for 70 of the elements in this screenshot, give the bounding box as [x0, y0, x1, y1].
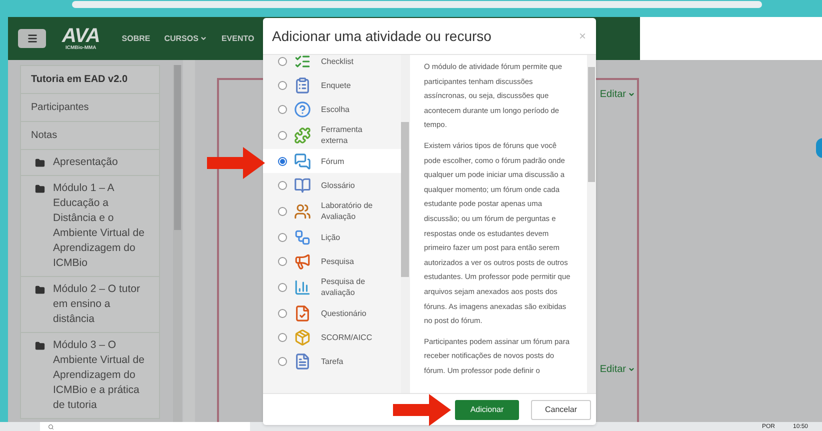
folder-icon [35, 184, 45, 194]
activity-option[interactable]: Laboratório de Avaliação [263, 197, 401, 225]
activity-option[interactable]: Pesquisa de avaliação [263, 273, 401, 301]
modal-title: Adicionar uma atividade ou recurso [272, 26, 492, 46]
radio-button[interactable] [278, 282, 287, 292]
caret-icon [628, 91, 635, 98]
pointer-arrow [207, 147, 265, 179]
radio-button[interactable] [278, 180, 287, 190]
menu-icon [26, 33, 38, 44]
scrollbar[interactable] [587, 55, 596, 393]
clipboard-icon [294, 76, 311, 94]
sidebar-title[interactable]: Tutoria em EAD v2.0 [20, 65, 160, 94]
taskbar-search-field[interactable] [40, 422, 250, 431]
activity-option[interactable]: Checklist [263, 55, 401, 73]
edit-link[interactable]: Editar [600, 362, 635, 377]
scrollbar[interactable] [401, 55, 410, 393]
bar-chart-icon [294, 278, 311, 296]
book-icon [294, 176, 311, 194]
people-icon [294, 202, 311, 220]
radio-button[interactable] [278, 130, 287, 140]
caret-icon [628, 366, 635, 373]
folder-icon [35, 285, 45, 295]
checklist-icon [294, 55, 311, 70]
radio-button[interactable] [278, 206, 287, 216]
sidebar-section[interactable]: Módulo 3 – O Ambiente Virtual de Aprendizagem do ICMBio e a prática de tutoria [20, 333, 160, 419]
megaphone-icon [294, 252, 311, 270]
activity-option[interactable]: Pesquisa [263, 249, 401, 273]
package-icon [294, 328, 311, 346]
document-icon [294, 352, 311, 370]
folder-icon [35, 158, 45, 168]
menu-button[interactable] [18, 29, 46, 48]
flowchart-icon [294, 228, 311, 246]
activity-option[interactable]: Glossário [263, 173, 401, 197]
search-icon [48, 424, 54, 430]
activity-option[interactable]: Enquete [263, 73, 401, 97]
radio-button[interactable] [278, 232, 287, 242]
sidebar-section[interactable]: Módulo 2 – O tutor em ensino a distância [20, 277, 160, 333]
nav-link[interactable]: SOBRE [122, 32, 150, 44]
radio-button[interactable] [278, 104, 287, 114]
radio-button[interactable] [278, 56, 287, 66]
activity-option[interactable]: Ferramenta externa [263, 121, 401, 149]
sidebar-item[interactable]: Notas [20, 122, 160, 150]
radio-button[interactable] [278, 80, 287, 90]
caret-icon [200, 35, 208, 42]
activity-option[interactable]: Lição [263, 225, 401, 249]
question-mark-icon [294, 100, 311, 118]
sidebar-section[interactable]: Apresentação [20, 150, 160, 176]
radio-button[interactable] [278, 332, 287, 342]
radio-button[interactable] [278, 256, 287, 266]
activity-option[interactable]: Fórum [263, 149, 401, 173]
chat-bubbles-icon [294, 152, 311, 170]
activity-option[interactable]: Questionário [263, 301, 401, 325]
pointer-arrow [393, 394, 451, 426]
radio-button[interactable] [278, 308, 287, 318]
scrollbar[interactable] [173, 65, 182, 422]
activity-option[interactable]: Tarefa [263, 349, 401, 373]
puzzle-icon [294, 126, 311, 144]
checked-document-icon [294, 304, 311, 322]
sidebar-section[interactable]: Módulo 1 – A Educação a Distância e o Ambiente Virtual de Aprendizagem do ICMBio [20, 176, 160, 277]
radio-button[interactable] [278, 356, 287, 366]
cancel-button[interactable]: Cancelar [531, 400, 591, 420]
nav-link[interactable]: EVENTO [221, 32, 254, 44]
activity-option[interactable]: SCORM/AICC [263, 325, 401, 349]
radio-button[interactable] [278, 156, 287, 166]
edit-link[interactable]: Editar [600, 87, 635, 102]
activity-option[interactable]: Escolha [263, 97, 401, 121]
sidebar-item[interactable]: Participantes [20, 94, 160, 122]
add-button[interactable]: Adicionar [455, 400, 519, 420]
nav-link[interactable]: CURSOS [164, 32, 208, 44]
folder-icon [35, 341, 45, 351]
